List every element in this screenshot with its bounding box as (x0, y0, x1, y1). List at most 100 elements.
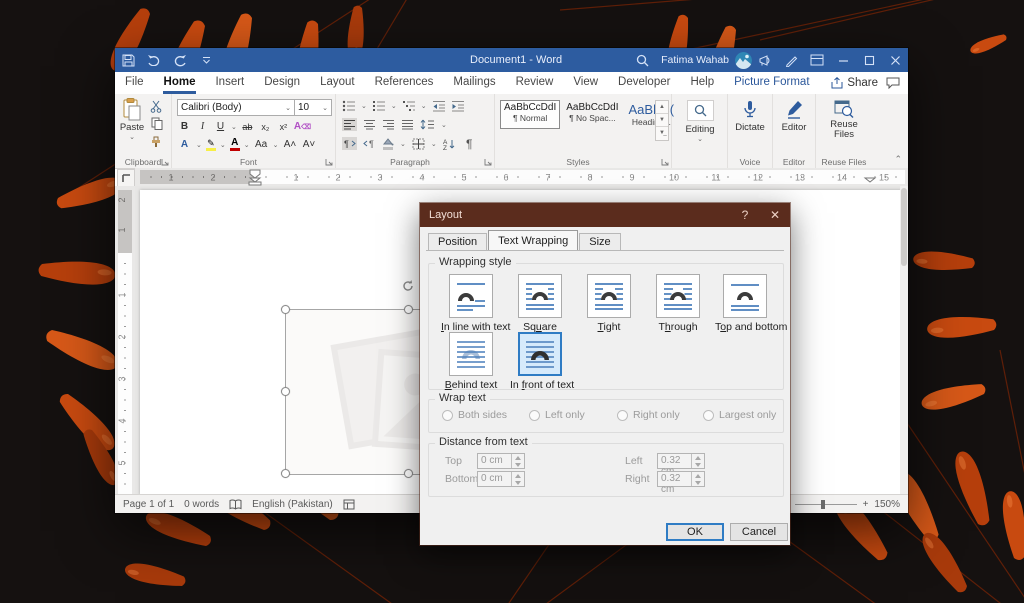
spinner-up-icon[interactable] (692, 472, 704, 479)
styles-dialog-launcher-icon[interactable] (661, 158, 669, 166)
style--normal[interactable]: AaBbCcDdI¶ Normal (500, 100, 560, 129)
strikethrough-button[interactable]: ab (240, 119, 255, 134)
line-spacing-button[interactable] (420, 119, 435, 130)
paragraph-dialog-launcher-icon[interactable] (484, 158, 492, 166)
bullets-button[interactable] (342, 100, 356, 112)
align-left-button[interactable] (342, 118, 357, 131)
tab-selector[interactable] (117, 169, 135, 187)
ink-pen-icon[interactable] (778, 48, 804, 72)
spinner-down-icon[interactable] (512, 479, 524, 486)
language-indicator[interactable]: English (Pakistan) (252, 499, 333, 510)
cut-icon[interactable] (149, 99, 164, 114)
ribbon-tab-layout[interactable]: Layout (310, 72, 365, 94)
accessibility-checker-icon[interactable] (343, 499, 355, 510)
borders-button[interactable] (412, 138, 425, 150)
italic-button[interactable]: I (195, 119, 210, 134)
numbering-button[interactable] (372, 100, 386, 112)
style-heading-1[interactable]: AaBbC(Heading 1 (625, 100, 679, 129)
proofing-book-icon[interactable] (229, 499, 242, 510)
ribbon-tab-home[interactable]: Home (154, 72, 206, 94)
distance-right-input[interactable]: 0.32 cm (657, 471, 705, 487)
spinner-up-icon[interactable] (512, 454, 524, 461)
resize-handle-top-middle[interactable] (404, 305, 413, 314)
page-indicator[interactable]: Page 1 of 1 (115, 499, 174, 510)
justify-button[interactable] (401, 119, 414, 130)
collapse-ribbon-icon[interactable]: ⌃ (894, 154, 902, 165)
editor-button[interactable]: Editor (777, 100, 811, 133)
ribbon-tab-design[interactable]: Design (254, 72, 310, 94)
maximize-button[interactable] (856, 48, 882, 72)
styles-scroll-up-icon[interactable]: ▲ (659, 101, 665, 113)
ribbon-tab-picture-format[interactable]: Picture Format (724, 72, 819, 94)
superscript-button[interactable]: x² (276, 119, 291, 134)
dialog-close-button[interactable]: ✕ (760, 203, 790, 227)
vertical-scrollbar[interactable] (900, 186, 908, 495)
styles-scroll-down-icon[interactable]: ▼ (656, 113, 668, 126)
dictate-button[interactable]: Dictate (732, 100, 768, 133)
format-painter-icon[interactable] (149, 133, 164, 148)
grow-font-button[interactable]: A˄ (283, 137, 298, 152)
wrap-style-in-line-with-text[interactable]: In line with text (441, 274, 501, 333)
underline-button[interactable]: U (213, 119, 228, 134)
radio-left-only[interactable]: Left only (529, 409, 585, 421)
distance-top-input[interactable]: 0 cm (477, 453, 525, 469)
resize-handle-bottom-left[interactable] (281, 469, 290, 478)
spinner-down-icon[interactable] (692, 479, 704, 486)
text-effects-button[interactable]: A (177, 137, 192, 152)
distance-left-input[interactable]: 0.32 cm (657, 453, 705, 469)
paste-button[interactable]: Paste ⌄ (118, 98, 146, 141)
dialog-tab-text-wrapping[interactable]: Text Wrapping (488, 230, 578, 250)
ribbon-tab-view[interactable]: View (563, 72, 608, 94)
zoom-level[interactable]: 150% (874, 499, 900, 510)
spinner-up-icon[interactable] (512, 472, 524, 479)
sort-button[interactable]: AZ (443, 138, 456, 150)
shading-button[interactable] (382, 138, 394, 150)
style--no-spac-[interactable]: AaBbCcDdI¶ No Spac... (562, 100, 622, 129)
clipboard-dialog-launcher-icon[interactable] (161, 158, 169, 166)
styles-gallery-expand-icon[interactable]: ▼̲ (656, 126, 668, 140)
underline-dropdown-icon[interactable]: ⌄ (231, 123, 237, 131)
decrease-indent-button[interactable] (432, 100, 446, 112)
spinner-down-icon[interactable] (692, 461, 704, 468)
dialog-help-button[interactable]: ? (730, 203, 760, 227)
ribbon-tab-review[interactable]: Review (506, 72, 564, 94)
change-case-button[interactable]: Aa (254, 137, 269, 152)
show-formatting-marks-button[interactable]: ¶ (462, 136, 477, 151)
zoom-in-button[interactable]: + (863, 499, 869, 510)
distance-bottom-input[interactable]: 0 cm (477, 471, 525, 487)
ltr-paragraph-button[interactable]: ¶ (342, 137, 357, 150)
redo-icon[interactable] (167, 48, 193, 72)
paste-dropdown-icon[interactable]: ⌄ (129, 133, 135, 141)
word-count[interactable]: 0 words (184, 499, 219, 510)
vertical-ruler[interactable]: 1234521 (115, 186, 135, 495)
ok-button[interactable]: OK (666, 523, 724, 541)
save-icon[interactable] (115, 48, 141, 72)
dialog-tab-position[interactable]: Position (428, 233, 487, 251)
ribbon-tab-mailings[interactable]: Mailings (443, 72, 505, 94)
copy-icon[interactable] (149, 116, 164, 131)
font-dialog-launcher-icon[interactable] (325, 158, 333, 166)
font-color-button[interactable]: A (230, 139, 240, 151)
ribbon-tab-file[interactable]: File (115, 72, 154, 94)
ribbon-tab-insert[interactable]: Insert (205, 72, 254, 94)
ribbon-display-options-icon[interactable] (804, 48, 830, 72)
ribbon-tab-developer[interactable]: Developer (608, 72, 680, 94)
coming-soon-megaphone-icon[interactable] (752, 48, 778, 72)
cancel-button[interactable]: Cancel (730, 523, 788, 541)
wrap-style-square[interactable]: Square (510, 274, 570, 333)
wrap-style-in-front-of-text[interactable]: In front of text (510, 332, 570, 391)
bold-button[interactable]: B (177, 119, 192, 134)
font-size-combobox[interactable]: 10⌄ (294, 99, 332, 116)
reuse-files-button[interactable]: Reuse Files (823, 100, 865, 140)
account-name[interactable]: Fatima Wahab (661, 54, 729, 66)
wrap-style-behind-text[interactable]: Behind text (441, 332, 501, 391)
ribbon-tab-help[interactable]: Help (680, 72, 724, 94)
search-icon[interactable] (629, 48, 655, 72)
horizontal-ruler[interactable]: 12345678910111213141521 (135, 168, 908, 186)
resize-handle-middle-left[interactable] (281, 387, 290, 396)
rotate-handle[interactable] (401, 279, 415, 293)
multilevel-list-button[interactable] (402, 100, 416, 112)
radio-right-only[interactable]: Right only (617, 409, 680, 421)
align-right-button[interactable] (382, 119, 395, 130)
radio-largest-only[interactable]: Largest only (703, 409, 776, 421)
